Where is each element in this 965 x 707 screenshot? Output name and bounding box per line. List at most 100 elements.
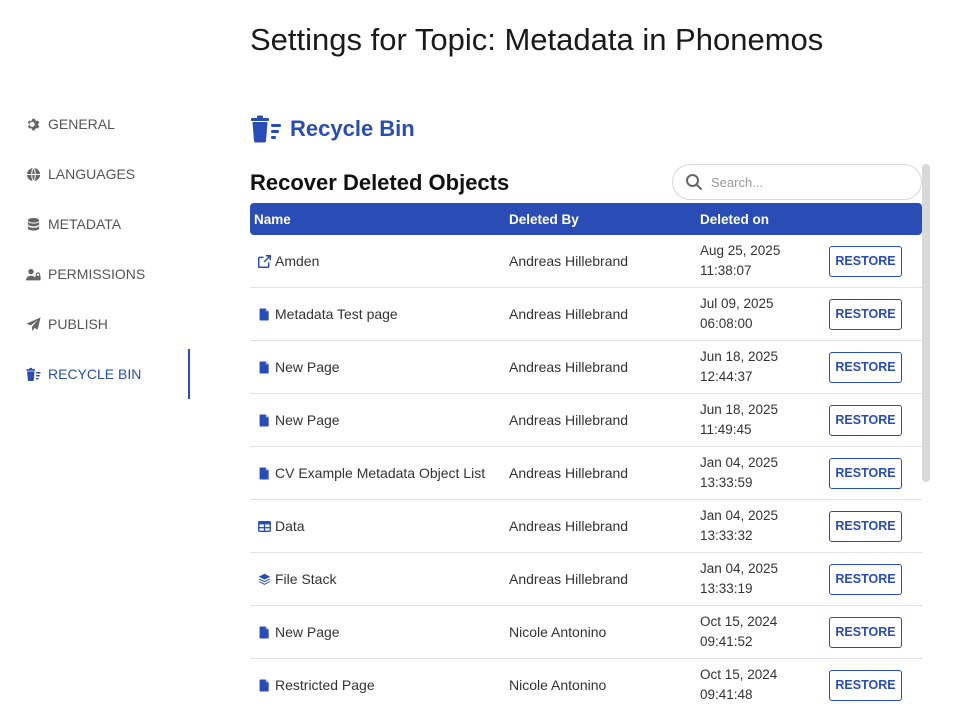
row-name: New Page <box>275 624 340 640</box>
row-time: 13:33:59 <box>700 475 753 490</box>
header-name[interactable]: Name <box>250 212 509 227</box>
table-row: New Page Nicole Antonino Oct 15, 2024 09… <box>250 606 922 659</box>
row-date: Jun 18, 2025 <box>700 402 779 417</box>
restore-button[interactable]: RESTORE <box>829 298 902 330</box>
row-deleted-by: Andreas Hillebrand <box>509 253 629 269</box>
layers-icon <box>257 572 271 586</box>
sidebar-item-publish[interactable]: PUBLISH <box>0 299 190 349</box>
trash-icon <box>250 115 282 143</box>
search-box[interactable] <box>672 164 922 200</box>
table-icon <box>257 519 271 533</box>
section-title: Recycle Bin <box>290 116 415 141</box>
table-row: File Stack Andreas Hillebrand Jan 04, 20… <box>250 553 922 606</box>
row-name-cell[interactable]: New Page <box>250 359 509 375</box>
row-name: Metadata Test page <box>275 306 398 322</box>
recycle-bin-table: Name Deleted By Deleted on Amden Andreas… <box>250 203 922 707</box>
row-actions: RESTORE <box>829 404 922 436</box>
sub-heading: Recover Deleted Objects <box>250 170 510 195</box>
page-title: Settings for Topic: Metadata in Phonemos <box>250 22 824 57</box>
restore-button[interactable]: RESTORE <box>829 616 902 648</box>
row-name-cell[interactable]: New Page <box>250 624 509 640</box>
file-icon <box>257 466 271 480</box>
file-icon <box>257 413 271 427</box>
restore-button[interactable]: RESTORE <box>829 510 902 542</box>
row-name-cell[interactable]: Data <box>250 518 509 534</box>
sidebar-item-label: LANGUAGES <box>48 166 136 182</box>
table-row: Metadata Test page Andreas Hillebrand Ju… <box>250 288 922 341</box>
row-deleted-by: Nicole Antonino <box>509 624 607 640</box>
sidebar-item-label: RECYCLE BIN <box>48 366 142 382</box>
row-actions: RESTORE <box>829 245 922 277</box>
header-deleted-on[interactable]: Deleted on <box>700 212 829 227</box>
row-deleted-on: Jan 04, 2025 13:33:19 <box>700 559 829 599</box>
row-deleted-on: Aug 25, 2025 11:38:07 <box>700 241 829 281</box>
restore-button[interactable]: RESTORE <box>829 404 902 436</box>
row-name-cell[interactable]: Restricted Page <box>250 677 509 693</box>
row-time: 13:33:19 <box>700 581 753 596</box>
scrollbar[interactable] <box>922 164 930 707</box>
row-name: New Page <box>275 359 340 375</box>
row-name: New Page <box>275 412 340 428</box>
row-date: Oct 15, 2024 <box>700 667 778 682</box>
row-deleted-on: Jun 18, 2025 11:49:45 <box>700 400 829 440</box>
row-deleted-by: Andreas Hillebrand <box>509 359 629 375</box>
restore-button[interactable]: RESTORE <box>829 351 902 383</box>
table-header: Name Deleted By Deleted on <box>250 203 922 235</box>
sidebar-item-permissions[interactable]: PERMISSIONS <box>0 249 190 299</box>
row-time: 12:44:37 <box>700 369 753 384</box>
sidebar-item-label: METADATA <box>48 216 122 232</box>
table-row: Restricted Page Nicole Antonino Oct 15, … <box>250 659 922 707</box>
row-deleted-by: Andreas Hillebrand <box>509 518 629 534</box>
table-row: Amden Andreas Hillebrand Aug 25, 2025 11… <box>250 235 922 288</box>
row-deleted-by: Nicole Antonino <box>509 677 607 693</box>
gear-icon <box>25 116 41 132</box>
table-row: CV Example Metadata Object List Andreas … <box>250 447 922 500</box>
sidebar-item-recycle-bin[interactable]: RECYCLE BIN <box>0 349 190 399</box>
row-name-cell[interactable]: New Page <box>250 412 509 428</box>
row-time: 11:38:07 <box>700 263 752 278</box>
restore-button[interactable]: RESTORE <box>829 245 902 277</box>
row-deleted-on: Jun 18, 2025 12:44:37 <box>700 347 829 387</box>
row-actions: RESTORE <box>829 510 922 542</box>
row-name-cell[interactable]: Amden <box>250 253 509 269</box>
restore-button[interactable]: RESTORE <box>829 669 902 701</box>
row-date: Jun 18, 2025 <box>700 349 779 364</box>
file-icon <box>257 625 271 639</box>
restore-button[interactable]: RESTORE <box>829 563 902 595</box>
row-time: 06:08:00 <box>700 316 753 331</box>
row-name-cell[interactable]: File Stack <box>250 571 509 587</box>
file-icon <box>257 360 271 374</box>
sidebar-item-languages[interactable]: LANGUAGES <box>0 149 190 199</box>
row-deleted-by: Andreas Hillebrand <box>509 571 629 587</box>
row-date: Jan 04, 2025 <box>700 561 779 576</box>
row-date: Jan 04, 2025 <box>700 508 779 523</box>
sidebar-item-metadata[interactable]: METADATA <box>0 199 190 249</box>
row-time: 09:41:52 <box>700 634 753 649</box>
row-deleted-by: Andreas Hillebrand <box>509 306 629 322</box>
row-actions: RESTORE <box>829 616 922 648</box>
row-name: Amden <box>275 253 320 269</box>
table-row: New Page Andreas Hillebrand Jun 18, 2025… <box>250 394 922 447</box>
row-name-cell[interactable]: Metadata Test page <box>250 306 509 322</box>
row-actions: RESTORE <box>829 563 922 595</box>
section-heading: Recycle Bin <box>250 115 415 143</box>
search-input[interactable] <box>711 174 901 190</box>
users-lock-icon <box>25 266 41 282</box>
row-date: Jul 09, 2025 <box>700 296 774 311</box>
row-name: Restricted Page <box>275 677 375 693</box>
row-deleted-on: Jan 04, 2025 13:33:59 <box>700 453 829 493</box>
restore-button[interactable]: RESTORE <box>829 457 902 489</box>
table-row: New Page Andreas Hillebrand Jun 18, 2025… <box>250 341 922 394</box>
scrollbar-thumb[interactable] <box>922 164 930 482</box>
trash-icon <box>25 366 41 382</box>
row-deleted-on: Jan 04, 2025 13:33:32 <box>700 506 829 546</box>
external-link-icon <box>257 254 271 268</box>
sidebar-item-general[interactable]: GENERAL <box>0 99 190 149</box>
file-icon <box>257 307 271 321</box>
row-name-cell[interactable]: CV Example Metadata Object List <box>250 465 509 481</box>
row-date: Oct 15, 2024 <box>700 614 778 629</box>
row-name: Data <box>275 518 305 534</box>
row-actions: RESTORE <box>829 457 922 489</box>
file-icon <box>257 678 271 692</box>
header-deleted-by[interactable]: Deleted By <box>509 212 700 227</box>
